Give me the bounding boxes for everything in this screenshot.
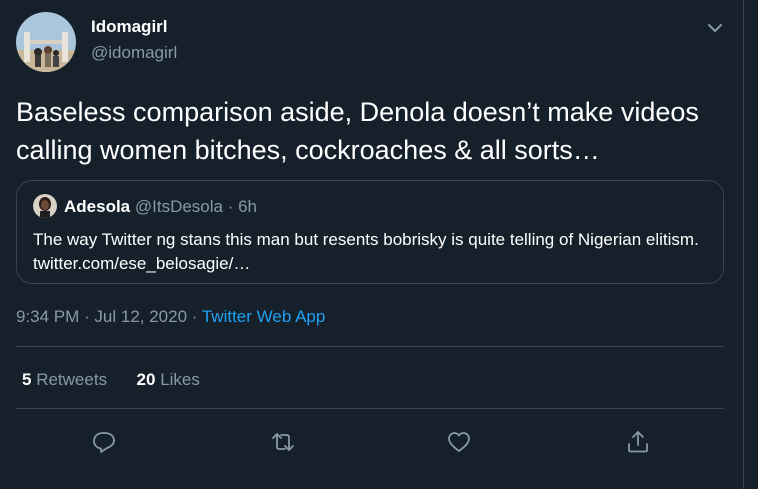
retweets-count: 5: [22, 370, 32, 389]
retweet-icon[interactable]: [268, 427, 298, 457]
divider: [16, 408, 724, 409]
author-handle[interactable]: @idomagirl: [91, 43, 177, 63]
tweet-timestamp[interactable]: 9:34 PM · Jul 12, 2020 ·: [16, 307, 202, 326]
tweet-text: Baseless comparison aside, Denola doesn’…: [16, 97, 699, 165]
author-avatar[interactable]: [16, 12, 76, 72]
quoted-author-name: Adesola: [64, 197, 131, 216]
retweets-stat[interactable]: 5 Retweets: [22, 370, 107, 389]
timeline-border: [743, 0, 758, 489]
share-icon[interactable]: [623, 427, 653, 457]
quoted-meta: @ItsDesola · 6h: [134, 197, 258, 216]
likes-label: Likes: [160, 370, 200, 389]
divider: [16, 346, 724, 347]
likes-count: 20: [136, 370, 156, 389]
quoted-author-avatar: [33, 194, 57, 218]
tweet-stats: 5 Retweets 20 Likes: [22, 370, 200, 390]
retweets-label: Retweets: [36, 370, 108, 389]
tweet-meta: 9:34 PM · Jul 12, 2020 · Twitter Web App: [16, 307, 325, 327]
quoted-tweet[interactable]: Adesola @ItsDesola · 6h The way Twitter …: [16, 180, 724, 284]
reply-icon[interactable]: [89, 427, 119, 457]
tweet-source[interactable]: Twitter Web App: [202, 307, 325, 326]
likes-stat[interactable]: 20 Likes: [137, 370, 200, 389]
like-icon[interactable]: [444, 427, 474, 457]
quoted-header: Adesola @ItsDesola · 6h: [64, 197, 257, 217]
quoted-text: The way Twitter ng stans this man but re…: [33, 230, 699, 273]
chevron-down-icon[interactable]: [704, 18, 726, 38]
author-name[interactable]: Idomagirl: [91, 17, 168, 37]
